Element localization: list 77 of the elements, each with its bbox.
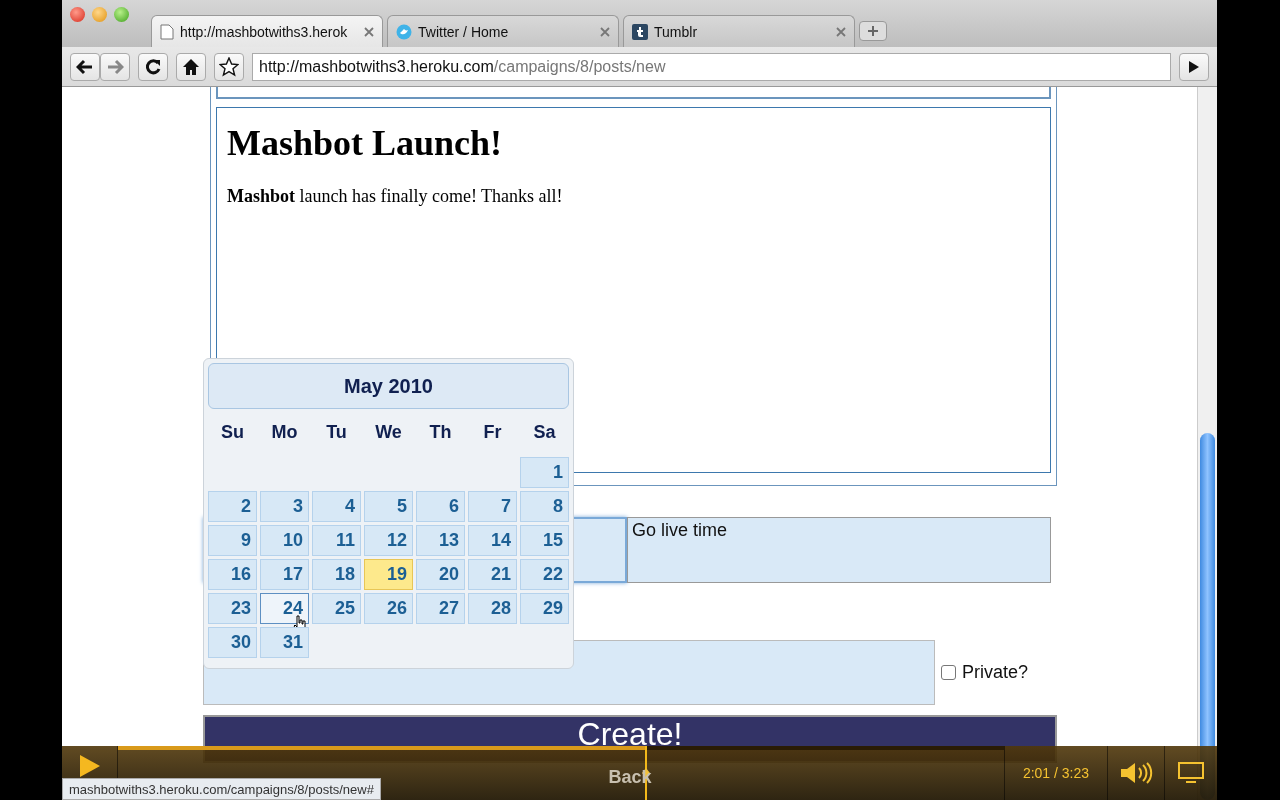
weekday-label: Fr [482,421,503,444]
calendar-day[interactable]: 8 [520,491,569,522]
calendar-day[interactable]: 3 [260,491,309,522]
tab-title: http://mashbotwiths3.herok [180,23,349,40]
right-arrow-icon [106,58,124,75]
progress-track[interactable] [118,746,1004,750]
calendar-day[interactable]: 21 [468,559,517,590]
calendar-day[interactable]: 2 [208,491,257,522]
tab-title: Tumblr [654,23,699,40]
calendar-day[interactable]: 28 [468,593,517,624]
close-window-button[interactable] [70,7,85,22]
calendar-day[interactable]: 22 [520,559,569,590]
calendar-day[interactable]: 11 [312,525,361,556]
reload-icon [144,57,162,76]
post-text: Mashbot launch has finally come! Thanks all! [227,186,564,207]
tab-title: Twitter / Home [418,23,510,40]
weekday-label: Mo [270,421,299,444]
calendar-day[interactable]: 14 [468,525,517,556]
calendar-day[interactable]: 5 [364,491,413,522]
star-icon [219,56,239,77]
close-icon[interactable] [600,26,610,37]
back-button[interactable] [70,52,100,81]
calendar-day[interactable]: 31 [260,627,309,658]
calendar-day[interactable]: 18 [312,559,361,590]
calendar-day[interactable]: 9 [208,525,257,556]
calendar-day[interactable]: 19 [364,559,413,590]
calendar-day[interactable]: 15 [520,525,569,556]
tumblr-letter-icon [632,23,648,40]
go-button[interactable] [1179,52,1209,81]
close-icon[interactable] [364,26,374,37]
video-time: 2:01 / 3:23 [1005,746,1108,800]
new-tab-button[interactable] [859,21,887,41]
calendar-day[interactable]: 6 [416,491,465,522]
volume-icon[interactable] [1119,761,1153,785]
calendar-day[interactable]: 10 [260,525,309,556]
home-button[interactable] [176,52,206,81]
calendar-day[interactable]: 27 [416,593,465,624]
bird-icon [396,23,412,40]
text-area[interactable] [216,87,1051,99]
calendar-day[interactable]: 17 [260,559,309,590]
left-arrow-icon [76,58,94,75]
close-icon[interactable] [836,26,846,37]
calendar-day[interactable]: 29 [520,593,569,624]
play-arrow-icon [1188,59,1200,74]
calendar-day[interactable]: 30 [208,627,257,658]
post-heading: Mashbot Launch! [227,122,504,164]
private-checkbox[interactable] [941,665,956,680]
checkbox-label: Private? [962,662,1029,683]
calendar-day[interactable]: 7 [468,491,517,522]
calendar-day[interactable]: 25 [312,593,361,624]
calendar-day[interactable]: 16 [208,559,257,590]
weekday-label: Th [428,421,453,444]
home-icon [182,57,200,76]
go-live-field[interactable]: Go live time [627,517,1051,583]
reload-button[interactable] [138,52,168,81]
weekday-label: Sa [532,421,557,444]
play-icon[interactable] [78,754,101,778]
browser-tab[interactable]: Twitter / Home [387,15,619,47]
screen-icon[interactable] [1178,762,1204,784]
page-icon [160,23,174,40]
calendar-day[interactable]: 24 [260,593,309,624]
calendar-day[interactable]: 12 [364,525,413,556]
calendar-day[interactable]: 4 [312,491,361,522]
weekday-label: Su [220,421,245,444]
calendar-day[interactable]: 13 [416,525,465,556]
calendar-day[interactable]: 23 [208,593,257,624]
address-field[interactable]: http://mashbotwiths3.heroku.com/campaigns/8/posts/new [252,52,1171,81]
browser-tab[interactable]: http://mashbotwiths3.herok [151,15,383,47]
calendar-day[interactable]: 20 [416,559,465,590]
weekday-label: Tu [325,421,348,444]
calendar-month-title: May 2010 [208,363,569,409]
calendar-day[interactable]: 26 [364,593,413,624]
weekday-label: We [374,421,403,444]
status-url: mashbotwiths3.heroku.com/campaigns/8/posts/new# [62,778,381,800]
calendar-day[interactable]: 1 [520,457,569,488]
browser-tab[interactable]: Tumblr [623,15,855,47]
bookmark-button[interactable] [214,52,244,81]
